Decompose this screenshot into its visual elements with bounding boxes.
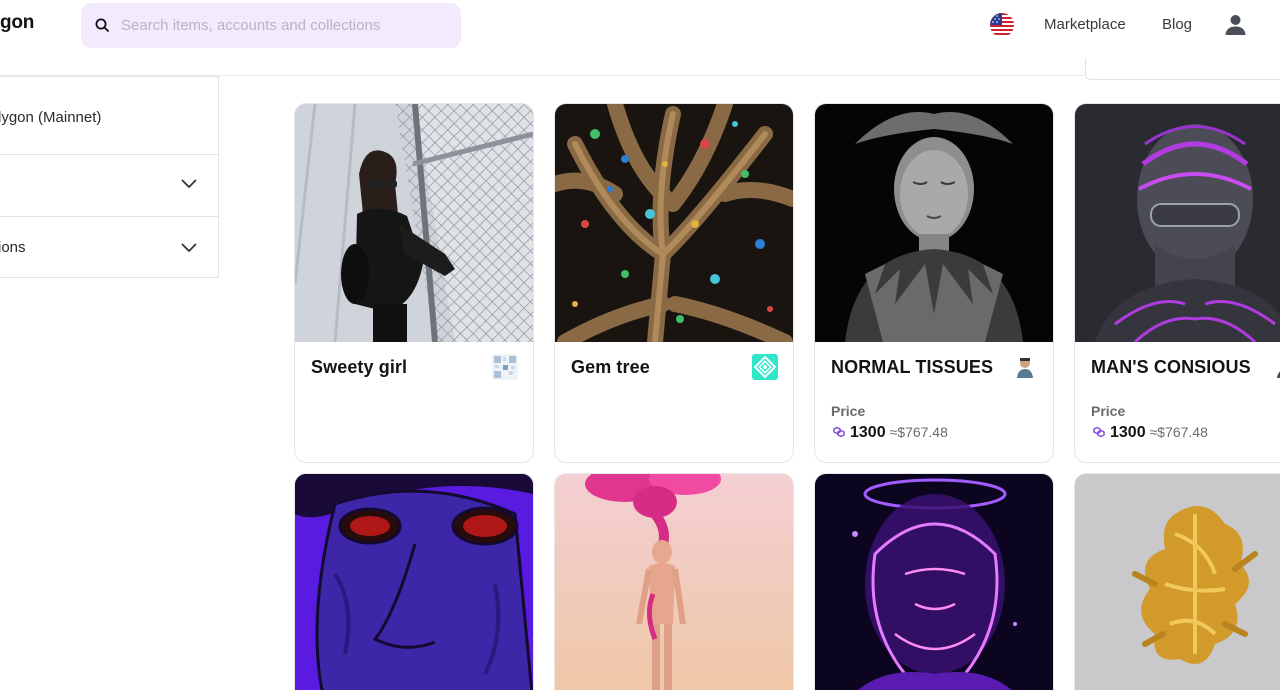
nft-title[interactable]: Sweety girl — [311, 357, 407, 378]
nft-card[interactable]: Gem tree — [554, 103, 794, 463]
nft-card[interactable] — [294, 473, 534, 690]
nft-image[interactable] — [815, 104, 1053, 342]
price-label: Price — [831, 403, 866, 419]
nft-image[interactable] — [1075, 104, 1280, 342]
nft-title[interactable]: MAN'S CONSIOUS — [1091, 357, 1251, 378]
nft-card[interactable] — [1074, 473, 1280, 690]
search-bar[interactable] — [81, 3, 461, 48]
nft-image[interactable] — [295, 474, 533, 690]
price-value: 1300 ≈$767.48 — [1091, 424, 1208, 444]
collections-filter-label: ions — [0, 239, 26, 256]
price-amount: 1300 — [1110, 424, 1146, 441]
polygon-icon — [1093, 426, 1105, 438]
filter-section-collapsed[interactable] — [0, 155, 218, 217]
search-icon — [95, 18, 109, 32]
nft-card[interactable] — [554, 473, 794, 690]
collections-filter[interactable]: ions — [0, 217, 218, 279]
price-value: 1300 ≈$767.48 — [831, 424, 948, 444]
nft-card[interactable]: NORMAL TISSUES Price 1300 ≈$767.48 — [814, 103, 1054, 463]
network-label: lygon (Mainnet) — [0, 109, 102, 126]
nft-title[interactable]: Gem tree — [571, 357, 650, 378]
nft-image[interactable] — [555, 104, 793, 342]
price-usd: ≈$767.48 — [889, 424, 948, 440]
nav-marketplace-link[interactable]: Marketplace — [1044, 16, 1126, 33]
nft-image[interactable] — [555, 474, 793, 690]
price-usd: ≈$767.48 — [1149, 424, 1208, 440]
us-flag-icon[interactable] — [990, 13, 1014, 37]
price-amount: 1300 — [850, 424, 886, 441]
creator-avatar[interactable] — [752, 354, 778, 380]
chevron-down-icon[interactable] — [181, 243, 197, 253]
nav-blog-link[interactable]: Blog — [1162, 16, 1192, 33]
nft-card[interactable]: MAN'S CONSIOUS Price 1300 ≈$767.48 — [1074, 103, 1280, 463]
chevron-down-icon[interactable] — [181, 179, 197, 189]
nft-card[interactable] — [814, 473, 1054, 690]
polygon-icon — [833, 426, 845, 438]
nft-card[interactable]: Sweety girl — [294, 103, 534, 463]
user-icon[interactable] — [1224, 13, 1247, 36]
nft-image[interactable] — [1075, 474, 1280, 690]
creator-avatar[interactable] — [492, 354, 518, 380]
price-label: Price — [1091, 403, 1126, 419]
site-logo[interactable]: gon — [0, 12, 34, 34]
nft-image[interactable] — [295, 104, 533, 342]
creator-avatar[interactable] — [1012, 354, 1038, 380]
top-header: gon Marketplace Blog — [0, 0, 1280, 50]
nft-title[interactable]: NORMAL TISSUES — [831, 357, 993, 378]
search-input[interactable] — [121, 3, 451, 48]
network-filter[interactable]: lygon (Mainnet) — [0, 77, 218, 155]
creator-avatar[interactable] — [1272, 354, 1280, 380]
nft-image[interactable] — [815, 474, 1053, 690]
filter-sidebar: lygon (Mainnet) ions — [0, 76, 219, 278]
sort-dropdown[interactable] — [1085, 58, 1280, 80]
